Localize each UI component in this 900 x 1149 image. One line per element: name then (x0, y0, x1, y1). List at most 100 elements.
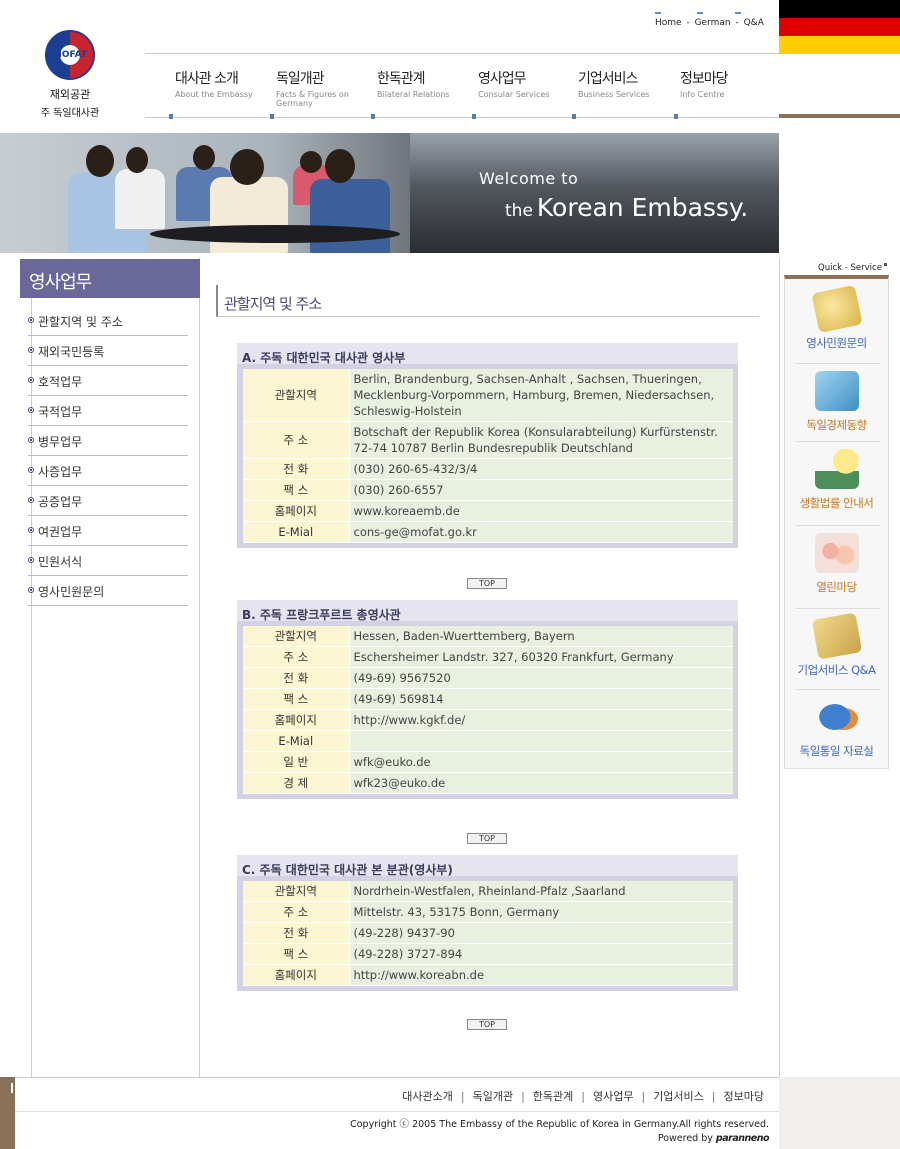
quick-service-item[interactable]: 독일통일 자료실 (785, 697, 888, 759)
field-label: E-Mial (243, 521, 350, 543)
header-accent-bar (779, 114, 900, 118)
qa-link[interactable]: Q&A (744, 18, 764, 28)
menu-tick (169, 114, 173, 119)
footer-link-about[interactable]: 대사관소개 (402, 1090, 453, 1103)
table-row: 주 소 Mittelstr. 43, 53175 Bonn, Germany (243, 901, 733, 923)
quick-service-panel: 영사민원문의독일경제동향생활법률 안내서열린마당기업서비스 Q&A 독일통일 자료… (784, 275, 889, 769)
quick-service-item[interactable]: 기업서비스 Q&A (785, 612, 888, 678)
menu-business[interactable]: 기업서비스 Business Services (572, 68, 679, 119)
person-head (126, 147, 148, 173)
quick-service-item[interactable]: 열린마당 (785, 533, 888, 595)
field-value: (030) 260-65-432/3/4 (349, 458, 733, 480)
quick-service-label: 영사민원문의 (806, 336, 867, 350)
sidebar-item-label: 공증업무 (38, 495, 83, 509)
bullet-icon (28, 527, 34, 533)
table-row: 주 소 Eschersheimer Landstr. 327, 60320 Fra… (243, 646, 733, 668)
menu-about-embassy[interactable]: 대사관 소개 About the Embassy (169, 68, 276, 119)
field-label: 홈페이지 (243, 964, 350, 986)
field-value: Eschersheimer Landstr. 327, 60320 Frankf… (349, 646, 733, 668)
footer-link-consular[interactable]: 영사업무 (593, 1090, 633, 1103)
sidebar-item-inquiry[interactable]: 영사민원문의 (28, 576, 188, 606)
table-row: E-Mial (243, 730, 733, 752)
page-title: 관할지역 및 주소 (216, 285, 759, 317)
quick-service-divider (795, 608, 880, 609)
embassy-logo[interactable]: MOFAT 재외공관 주 독일대사관 (30, 30, 110, 119)
quick-service-label: 독일경제동향 (806, 418, 867, 432)
sidebar-item-notary[interactable]: 공증업무 (28, 486, 188, 516)
footer-link-bilateral[interactable]: 한독관계 (533, 1090, 573, 1103)
contact-link[interactable]: www.koreaemb.de (349, 500, 733, 522)
menu-sublabel: About the Embassy (175, 90, 253, 99)
sidebar-item-visa[interactable]: 사증업무 (28, 456, 188, 486)
quick-service-divider (795, 441, 880, 442)
table-row: 홈페이지 www.koreaemb.de (243, 500, 733, 522)
bullet-icon (28, 497, 34, 503)
footer-links: 대사관소개 | 독일개관 | 한독관계 | 영사업무 | 기업서비스 | 정보마당 (402, 1090, 764, 1103)
field-label: 주 소 (243, 646, 350, 668)
footer-link-business[interactable]: 기업서비스 (653, 1090, 704, 1103)
menu-facts-germany[interactable]: 독일개관 Facts & Figures on Germany (270, 68, 377, 119)
welcome-title-text: Korean Embassy. (536, 193, 749, 222)
sidebar-item-label: 재외국민등록 (38, 345, 105, 359)
people-icon (814, 533, 859, 573)
menu-sublabel: Business Services (578, 90, 650, 99)
menu-sublabel: Info Centre (680, 90, 725, 99)
contact-link[interactable]: http://www.kgkf.de/ (349, 709, 733, 731)
menu-tick (472, 114, 476, 119)
field-value: (49-228) 3727-894 (349, 943, 733, 965)
person-head (230, 149, 264, 185)
field-label: 전 화 (243, 458, 350, 480)
table-row: 홈페이지 http://www.koreabn.de (243, 964, 733, 986)
quick-service-item[interactable]: 독일경제동향 (785, 371, 888, 433)
footer-divider (15, 1111, 779, 1112)
menu-info-centre[interactable]: 정보마당 Info Centre (674, 68, 781, 119)
field-label: 전 화 (243, 667, 350, 689)
table-row: 전 화 (49-228) 9437-90 (243, 922, 733, 944)
logo-line1: 재외공관 (49, 88, 91, 101)
field-label: 팩 스 (243, 688, 350, 710)
quick-service-item[interactable]: 생활법률 안내서 (785, 449, 888, 511)
welcome-banner: Welcome to the Korean Embassy. (0, 133, 779, 253)
contact-link[interactable]: http://www.koreabn.de (349, 964, 733, 986)
quick-service-label: 열린마당 (816, 580, 857, 594)
nav-marker (735, 12, 741, 14)
sidebar-item-jurisdiction[interactable]: 관할지역 및 주소 (28, 306, 188, 336)
sidebar-menu: 관할지역 및 주소 재외국민등록 호적업무 국적업무 병무업무 사증업무 공증업… (28, 306, 188, 606)
back-to-top-button[interactable]: TOP (467, 833, 507, 844)
office-block: C. 주독 대한민국 대사관 본 분관(영사부) 관할지역 Nordrhein-We… (237, 855, 738, 991)
field-value: (49-69) 569814 (349, 688, 733, 710)
quick-service-divider (795, 689, 880, 690)
back-to-top-button[interactable]: TOP (467, 1019, 507, 1030)
bullet-icon (28, 467, 34, 473)
back-to-top-button[interactable]: TOP (467, 578, 507, 589)
nav-marker (697, 12, 703, 14)
menu-label: 한독관계 (377, 71, 426, 87)
home-link[interactable]: Home (655, 18, 682, 28)
field-label: 팩 스 (243, 943, 350, 965)
sidebar-item-forms[interactable]: 민원서식 (28, 546, 188, 576)
person-head (300, 151, 322, 173)
german-flag[interactable] (779, 0, 900, 54)
contact-link[interactable]: wfk@euko.de (349, 751, 733, 773)
quick-service-label: 독일통일 자료실 (799, 744, 874, 758)
sidebar-item-family-register[interactable]: 호적업무 (28, 366, 188, 396)
field-value: Mittelstr. 43, 53175 Bonn, Germany (349, 901, 733, 923)
footer-link-germany[interactable]: 독일개관 (473, 1090, 513, 1103)
sidebar-item-label: 국적업무 (38, 405, 83, 419)
menu-consular[interactable]: 영사업무 Consular Services (472, 68, 579, 119)
contact-link[interactable]: cons-ge@mofat.go.kr (349, 521, 733, 543)
sidebar-item-registration[interactable]: 재외국민등록 (28, 336, 188, 366)
sidebar-item-nationality[interactable]: 국적업무 (28, 396, 188, 426)
sidebar-item-military[interactable]: 병무업무 (28, 426, 188, 456)
menu-bilateral[interactable]: 한독관계 Bilateral Relations (371, 68, 478, 119)
sidebar-item-passport[interactable]: 여권업무 (28, 516, 188, 546)
sidebar-item-label: 병무업무 (38, 435, 83, 449)
footer-link-info[interactable]: 정보마당 (724, 1090, 764, 1103)
office-heading: B. 주독 프랑크푸르트 총영사관 (237, 600, 738, 626)
quick-service-item[interactable]: 영사민원문의 (785, 284, 888, 351)
office-heading: A. 주독 대한민국 대사관 영사부 (237, 343, 738, 369)
field-label: 전 화 (243, 922, 350, 944)
german-link[interactable]: German (695, 18, 731, 28)
flag-stripe-gold (779, 36, 900, 54)
contact-link[interactable]: wfk23@euko.de (349, 772, 733, 794)
